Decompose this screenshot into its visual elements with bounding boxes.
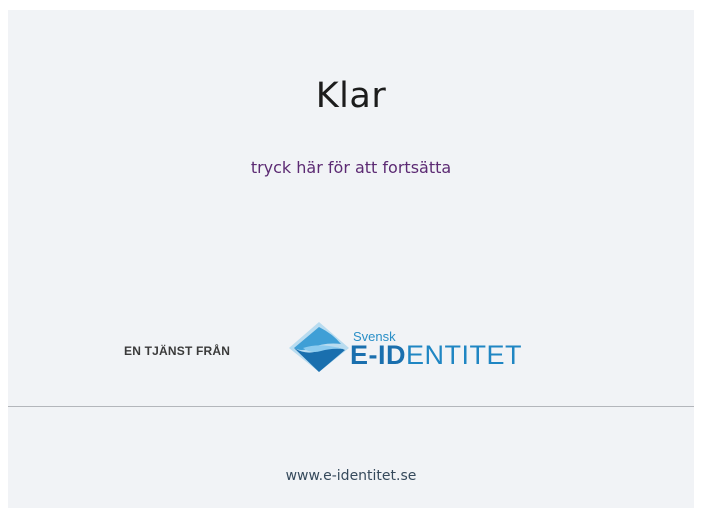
logo-wordmark-light: ENTITET [406, 340, 522, 370]
e-identitet-logo-icon [289, 322, 349, 372]
continue-link[interactable]: tryck här för att fortsätta [8, 158, 694, 177]
completion-panel: Klar tryck här för att fortsätta EN TJÄN… [8, 10, 694, 508]
logo-wordmark: E-IDENTITET [350, 340, 522, 370]
service-provider-label: EN TJÄNST FRÅN [124, 344, 231, 358]
divider [8, 406, 694, 407]
website-link[interactable]: www.e-identitet.se [8, 468, 694, 484]
page-title: Klar [315, 76, 387, 116]
service-provider-row: EN TJÄNST FRÅN Svensk E-IDENTITET [124, 318, 584, 378]
logo-wordmark-bold: E-ID [350, 340, 406, 370]
